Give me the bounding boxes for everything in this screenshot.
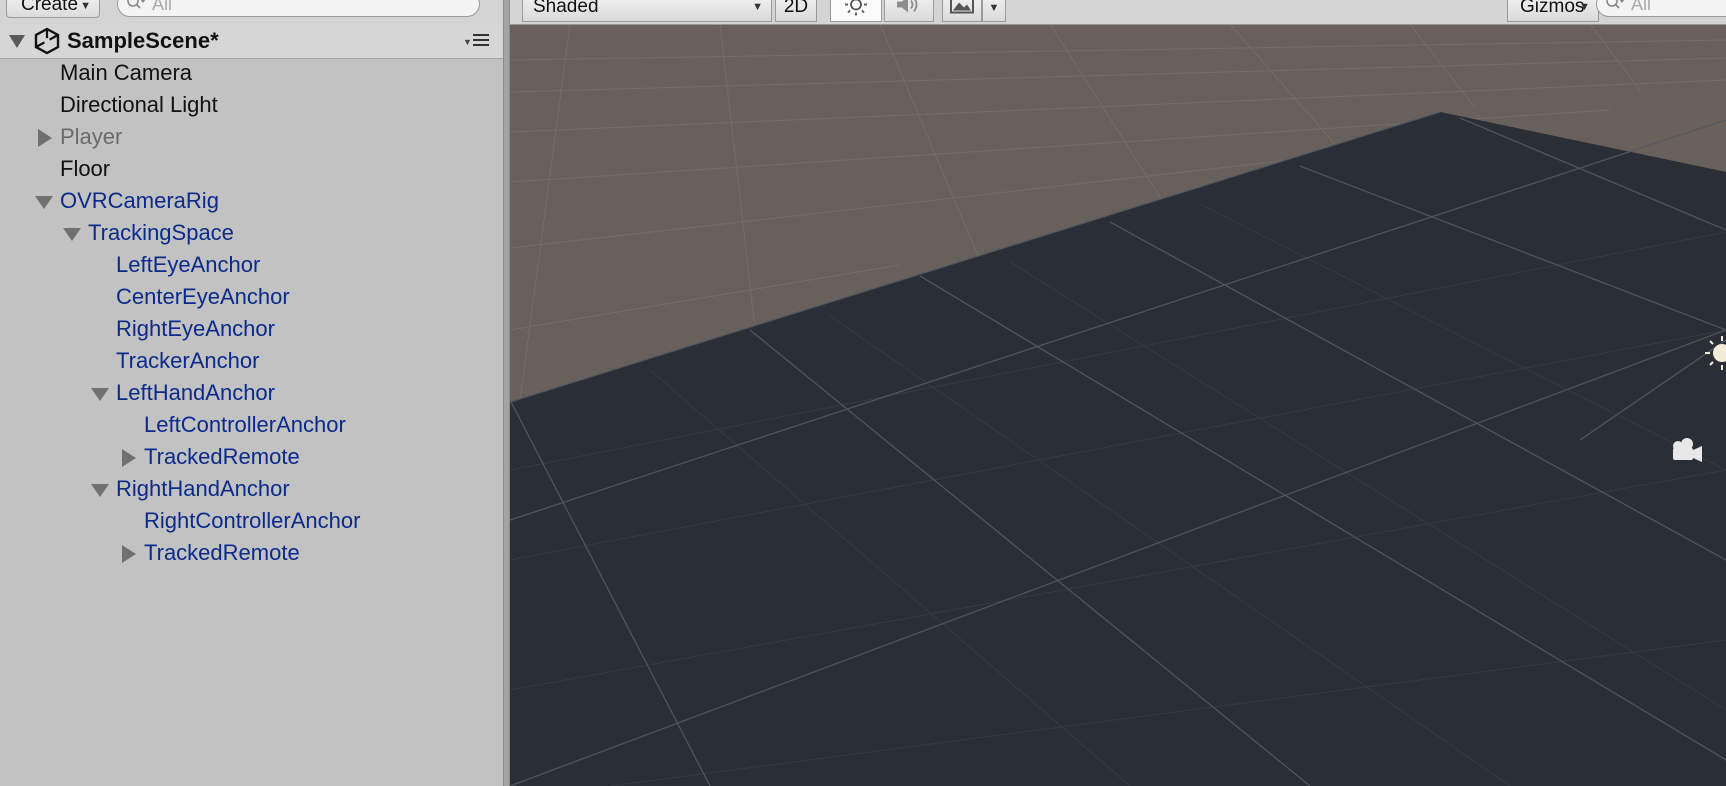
tree-item-player[interactable]: Player — [38, 121, 122, 153]
foldout-collapsed-icon[interactable] — [38, 129, 52, 147]
tree-item-righthandanchor[interactable]: RightHandAnchor — [91, 473, 290, 505]
tree-item-trackedremote-left[interactable]: TrackedRemote — [122, 441, 300, 473]
speaker-icon — [895, 0, 923, 23]
effects-toggle-button[interactable] — [942, 0, 982, 22]
foldout-collapsed-icon[interactable] — [122, 545, 136, 563]
tree-item-lefthandanchor[interactable]: LeftHandAnchor — [91, 377, 275, 409]
scene-view-toolbar: Shaded ▼ 2D ▼ Gizmos ▼ All — [510, 0, 1726, 25]
draw-mode-dropdown[interactable]: Shaded ▼ — [522, 0, 772, 22]
chevron-down-icon: ▼ — [988, 2, 1000, 14]
scene-viewport[interactable] — [510, 0, 1726, 786]
tree-item-label: Floor — [60, 156, 111, 181]
tree-item-label: OVRCameraRig — [60, 188, 219, 213]
tree-item-directional-light[interactable]: Directional Light — [60, 89, 218, 121]
toggle-2d-button[interactable]: 2D — [775, 0, 817, 22]
gizmos-label: Gizmos — [1520, 0, 1585, 17]
create-label: Create — [21, 0, 79, 15]
tree-item-lefteyeanchor[interactable]: LeftEyeAnchor — [116, 249, 260, 281]
panel-splitter[interactable] — [503, 0, 510, 786]
foldout-expanded-icon[interactable] — [35, 196, 53, 209]
tree-item-label: TrackedRemote — [144, 444, 300, 469]
scene-title: SampleScene* — [67, 28, 219, 53]
scene-header-row[interactable]: SampleScene* ▼ — [0, 24, 503, 59]
tree-item-trackeranchor[interactable]: TrackerAnchor — [116, 345, 259, 377]
tree-item-label: RightHandAnchor — [116, 476, 290, 501]
tree-item-main-camera[interactable]: Main Camera — [60, 57, 192, 89]
tree-item-label: Player — [60, 124, 123, 149]
tree-item-label: CenterEyeAnchor — [116, 284, 290, 309]
gizmos-dropdown[interactable]: Gizmos ▼ — [1507, 0, 1599, 22]
search-icon — [126, 0, 148, 16]
tree-item-label: LeftControllerAnchor — [144, 412, 346, 437]
tree-item-label: LeftHandAnchor — [116, 380, 275, 405]
tree-item-trackedremote-right[interactable]: TrackedRemote — [122, 537, 300, 569]
audio-toggle-button[interactable] — [884, 0, 934, 22]
tree-item-label: RightEyeAnchor — [116, 316, 275, 341]
search-placeholder: All — [1631, 0, 1652, 14]
scene-view[interactable]: Shaded ▼ 2D ▼ Gizmos ▼ All — [510, 0, 1726, 786]
image-icon — [949, 0, 975, 22]
foldout-expanded-icon[interactable] — [63, 228, 81, 241]
scene-search-input[interactable]: All — [1596, 0, 1726, 17]
tree-item-label: Main Camera — [60, 60, 193, 85]
tree-item-trackingspace[interactable]: TrackingSpace — [63, 217, 234, 249]
tree-item-ovrcamerarig[interactable]: OVRCameraRig — [35, 185, 219, 217]
scene-foldout-arrow-icon[interactable] — [9, 35, 25, 48]
chevron-down-icon: ▼ — [1579, 1, 1590, 13]
toggle-2d-label: 2D — [783, 0, 809, 17]
tree-item-rightcontrolleranchor[interactable]: RightControllerAnchor — [144, 505, 360, 537]
tree-item-label: TrackerAnchor — [116, 348, 260, 373]
tree-item-leftcontrolleranchor[interactable]: LeftControllerAnchor — [144, 409, 346, 441]
search-icon — [1605, 0, 1627, 16]
scene-menu-icon[interactable]: ▼ — [463, 30, 491, 50]
tree-item-righteyeanchor[interactable]: RightEyeAnchor — [116, 313, 275, 345]
lighting-toggle-button[interactable] — [830, 0, 882, 22]
search-placeholder: All — [152, 0, 173, 14]
hamburger-icon — [473, 34, 489, 46]
tree-item-label: TrackedRemote — [144, 540, 300, 565]
unity-scene-icon — [33, 27, 61, 55]
tree-item-centereyeanchor[interactable]: CenterEyeAnchor — [116, 281, 290, 313]
create-button[interactable]: Create ▼ — [6, 0, 100, 18]
foldout-collapsed-icon[interactable] — [122, 449, 136, 467]
tree-item-label: Directional Light — [60, 92, 218, 117]
hierarchy-panel: Create ▼ All SampleScene* ▼ Main Camera … — [0, 0, 503, 786]
chevron-down-icon: ▼ — [752, 1, 763, 13]
hierarchy-toolbar: Create ▼ All — [0, 0, 503, 25]
tree-item-label: TrackingSpace — [88, 220, 234, 245]
foldout-expanded-icon[interactable] — [91, 388, 109, 401]
foldout-expanded-icon[interactable] — [91, 484, 109, 497]
draw-mode-label: Shaded — [533, 0, 599, 17]
chevron-down-icon: ▼ — [463, 37, 472, 47]
tree-item-label: LeftEyeAnchor — [116, 252, 261, 277]
sun-icon — [844, 0, 868, 24]
tree-item-floor[interactable]: Floor — [60, 153, 110, 185]
chevron-down-icon: ▼ — [80, 0, 91, 12]
tree-item-label: RightControllerAnchor — [144, 508, 361, 533]
hierarchy-search-input[interactable]: All — [117, 0, 480, 17]
effects-dropdown-button[interactable]: ▼ — [982, 0, 1006, 22]
